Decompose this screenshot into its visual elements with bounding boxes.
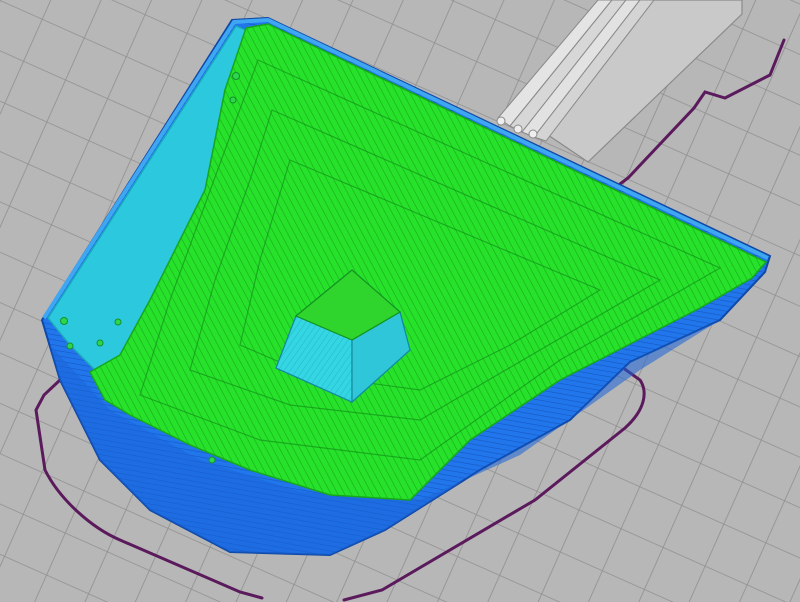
layer-preview-scene [0,0,800,602]
slicer-3d-viewport[interactable] [0,0,800,602]
